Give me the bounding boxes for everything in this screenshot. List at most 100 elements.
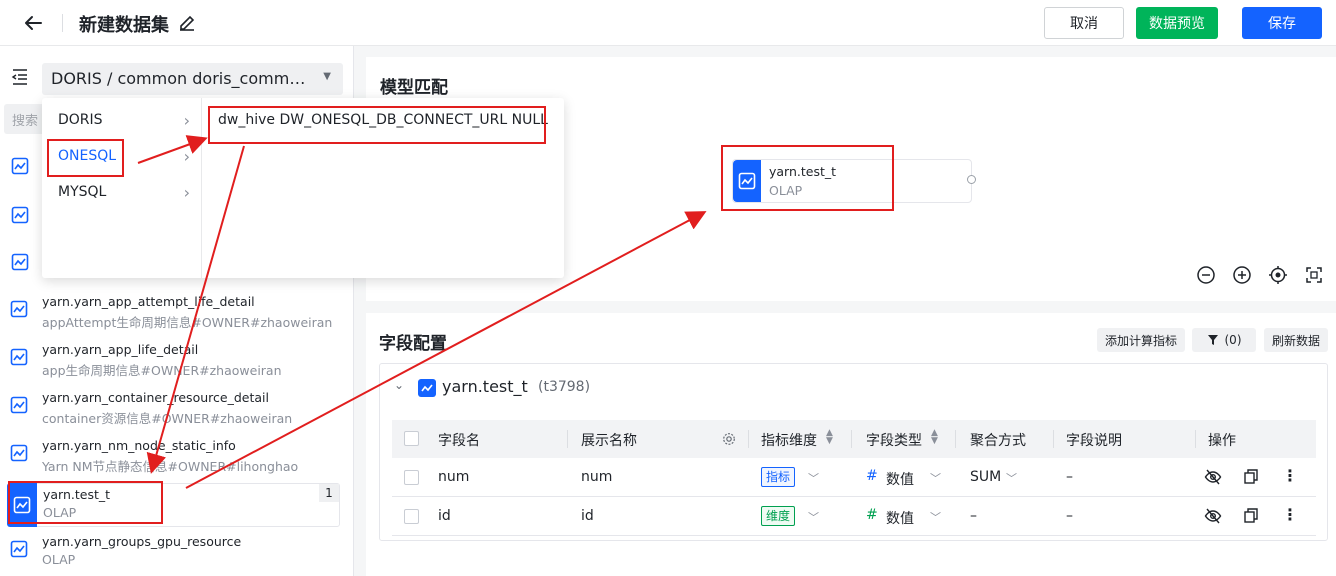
- field-type[interactable]: 数值: [886, 508, 914, 528]
- list-item-sub: Yarn NM节点静态信息#OWNER#lihonghao: [42, 459, 299, 474]
- chevron-right-icon: ›: [183, 183, 190, 202]
- copy-icon[interactable]: [1242, 507, 1260, 525]
- add-calc-metric-button[interactable]: 添加计算指标: [1097, 328, 1185, 352]
- column-divider: [1053, 430, 1054, 448]
- list-item-name: yarn.yarn_container_resource_detail: [42, 390, 269, 405]
- number-type-icon: #: [866, 468, 878, 484]
- column-divider: [1195, 430, 1196, 448]
- collapse-menu-icon[interactable]: [10, 68, 30, 86]
- page-title: 新建数据集: [79, 15, 169, 36]
- list-item[interactable]: yarn.yarn_container_resource_detail cont…: [10, 390, 340, 436]
- chevron-down-icon[interactable]: ⌄: [394, 378, 404, 392]
- edit-pencil-icon[interactable]: [178, 12, 196, 32]
- sort-icon[interactable]: ▲ ▼: [931, 429, 938, 446]
- back-arrow-icon[interactable]: [22, 12, 44, 34]
- field-config-panel: 字段配置 添加计算指标 (0) 刷新数据 ⌄ yarn.test_t (t379…: [366, 313, 1336, 576]
- row-checkbox[interactable]: [404, 509, 419, 524]
- number-type-icon: #: [866, 507, 878, 523]
- chevron-down-icon[interactable]: ﹀: [930, 509, 941, 525]
- chevron-down-icon[interactable]: ﹀: [808, 470, 819, 486]
- datasource-select-value: DORIS / common doris_commo...: [51, 69, 313, 88]
- zoom-in-icon[interactable]: [1232, 265, 1252, 285]
- field-description[interactable]: –: [1066, 508, 1073, 524]
- node-port[interactable]: [967, 175, 976, 184]
- more-options-icon[interactable]: ⋮: [1282, 466, 1298, 485]
- table-row: id id 维度 ﹀ # 数值 ﹀ – – ⋮: [392, 497, 1316, 536]
- top-bar: 新建数据集 取消 数据预览 保存: [0, 0, 1336, 46]
- row-checkbox[interactable]: [404, 470, 419, 485]
- table-header: 字段名 展示名称 指标维度 ▲ ▼ 字段类型 ▲ ▼ 聚合方式 字段说明 操作: [392, 420, 1316, 458]
- dataset-icon: [418, 379, 436, 397]
- locate-center-icon[interactable]: [1268, 265, 1288, 285]
- dataset-icon: [11, 206, 29, 224]
- annotation-box: [208, 106, 546, 144]
- list-item-name: yarn.yarn_nm_node_static_info: [42, 438, 236, 453]
- table-code: (t3798): [538, 379, 591, 395]
- list-item[interactable]: yarn.yarn_groups_gpu_resource OLAP: [10, 534, 340, 576]
- field-type[interactable]: 数值: [886, 469, 914, 489]
- column-header: 字段类型: [866, 433, 922, 449]
- fit-view-icon[interactable]: [1304, 265, 1324, 285]
- select-all-checkbox[interactable]: [404, 431, 419, 446]
- list-item-name: yarn.yarn_groups_gpu_resource: [42, 534, 242, 549]
- list-item-name: yarn.yarn_app_attempt_life_detail: [42, 294, 255, 309]
- chevron-down-icon[interactable]: ﹀: [808, 509, 819, 525]
- chevron-right-icon: ›: [183, 111, 190, 130]
- list-item[interactable]: yarn.yarn_app_life_detail app生命周期信息#OWNE…: [10, 342, 340, 388]
- cascader-option-label: MYSQL: [58, 184, 107, 200]
- column-header: 展示名称: [581, 433, 637, 449]
- annotation-box: [8, 481, 163, 524]
- cascader-option-mysql[interactable]: MYSQL ›: [42, 175, 202, 211]
- dataset-icon: [10, 444, 28, 462]
- column-divider: [851, 430, 852, 448]
- field-description[interactable]: –: [1066, 469, 1073, 485]
- table-card: ⌄ yarn.test_t (t3798) 字段名 展示名称 指标维度 ▲ ▼ 字…: [379, 363, 1328, 541]
- list-item[interactable]: yarn.yarn_nm_node_static_info Yarn NM节点静…: [10, 438, 340, 484]
- hide-eye-icon[interactable]: [1204, 507, 1222, 525]
- cancel-button[interactable]: 取消: [1044, 7, 1124, 39]
- column-header: 字段名: [438, 433, 480, 449]
- data-preview-button[interactable]: 数据预览: [1136, 7, 1218, 39]
- column-divider: [955, 430, 956, 448]
- filter-button[interactable]: (0): [1192, 328, 1256, 352]
- column-header: 操作: [1208, 433, 1236, 449]
- chevron-down-icon[interactable]: ﹀: [930, 470, 941, 486]
- usage-count-badge: 1: [319, 484, 339, 502]
- settings-gear-icon[interactable]: [722, 432, 736, 446]
- dataset-icon: [11, 253, 29, 271]
- refresh-data-button[interactable]: 刷新数据: [1264, 328, 1328, 352]
- dataset-icon: [10, 396, 28, 414]
- dimension-tag[interactable]: 维度: [761, 506, 796, 526]
- more-options-icon[interactable]: ⋮: [1282, 505, 1298, 524]
- chevron-down-icon[interactable]: ﹀: [1006, 470, 1017, 486]
- display-name[interactable]: num: [581, 469, 612, 485]
- list-item[interactable]: yarn.yarn_app_attempt_life_detail appAtt…: [10, 294, 340, 340]
- filter-icon: [1207, 335, 1218, 345]
- hide-eye-icon[interactable]: [1204, 468, 1222, 486]
- dataset-icon: [11, 157, 29, 175]
- aggregation[interactable]: –: [970, 508, 977, 524]
- zoom-out-icon[interactable]: [1196, 265, 1216, 285]
- datasource-select[interactable]: DORIS / common doris_commo... ▼: [42, 63, 343, 95]
- column-divider: [748, 430, 749, 448]
- list-item-sub: app生命周期信息#OWNER#zhaoweiran: [42, 363, 282, 378]
- aggregation[interactable]: SUM: [970, 469, 1001, 485]
- cascader-level1: DORIS › ONESQL › MYSQL ›: [42, 98, 202, 278]
- column-header: 字段说明: [1066, 433, 1122, 449]
- save-button[interactable]: 保存: [1242, 7, 1322, 39]
- metric-tag[interactable]: 指标: [761, 467, 796, 487]
- dataset-icon: [10, 540, 28, 558]
- list-item-sub: OLAP: [42, 552, 76, 567]
- filter-count: (0): [1224, 333, 1242, 347]
- model-match-title: 模型匹配: [380, 78, 448, 98]
- table-name: yarn.test_t: [442, 377, 528, 396]
- copy-icon[interactable]: [1242, 468, 1260, 486]
- field-name: id: [438, 508, 451, 524]
- sort-icon[interactable]: ▲ ▼: [826, 429, 833, 446]
- list-item-sub: appAttempt生命周期信息#OWNER#zhaoweiran: [42, 315, 333, 330]
- chevron-right-icon: ›: [183, 147, 190, 166]
- dataset-icon: [10, 348, 28, 366]
- header-divider: [62, 14, 63, 32]
- display-name[interactable]: id: [581, 508, 594, 524]
- cascader-option-doris[interactable]: DORIS ›: [42, 103, 202, 139]
